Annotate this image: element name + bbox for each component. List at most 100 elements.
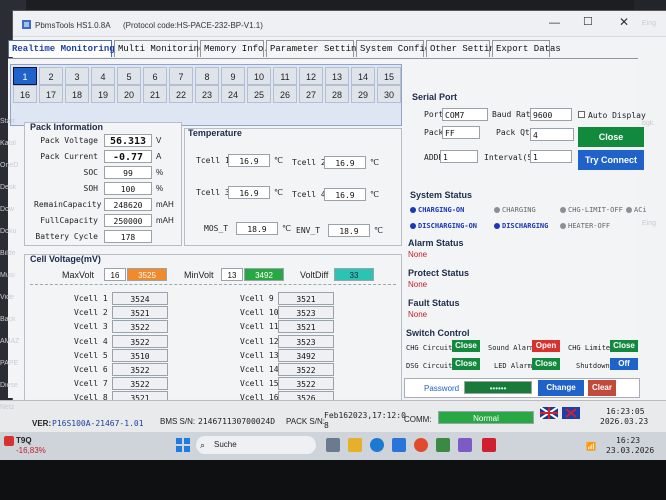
desktop-item[interactable]: Desk [0, 184, 26, 191]
pack-number-button[interactable]: 16 [13, 85, 37, 103]
pack-number-button[interactable]: 22 [169, 85, 193, 103]
fault-status-title: Fault Status [408, 298, 460, 308]
tab-memory-info[interactable]: Memory Info. [200, 40, 269, 57]
desktop-item[interactable]: OneD [0, 162, 26, 169]
language-flag-icon[interactable] [562, 407, 580, 419]
pack-number-button[interactable]: 8 [195, 67, 219, 85]
desktop-item[interactable]: Start [0, 118, 26, 125]
celsius-unit: ℃ [274, 188, 283, 197]
tab-realtime-monitoring[interactable]: Realtime Monitoring [8, 40, 115, 57]
stock-name: T9Q [16, 436, 32, 445]
pack-number-button[interactable]: 29 [351, 85, 375, 103]
tab-multi-monitoring[interactable]: Multi Monitoring [114, 40, 204, 57]
pack-number-button[interactable]: 18 [65, 85, 89, 103]
close-port-button[interactable]: Close [578, 127, 644, 147]
pack-number-button[interactable]: 21 [143, 85, 167, 103]
desktop-item[interactable]: Bilde [0, 250, 26, 257]
desktop-right-item[interactable]: Eing [642, 20, 656, 27]
maximize-icon[interactable]: ☐ [583, 15, 593, 28]
desktop-item[interactable]: Netz [0, 404, 26, 411]
desktop-item[interactable]: Doku [0, 228, 26, 235]
shutdown-button[interactable]: Off [610, 358, 638, 370]
search-icon: ⌕ [200, 440, 206, 450]
baud-select[interactable]: 9600 [530, 108, 572, 121]
windows-start-icon[interactable] [176, 438, 190, 452]
pack-number-button[interactable]: 10 [247, 67, 271, 85]
store-icon[interactable] [392, 438, 406, 452]
tab-system-config[interactable]: System Config. [356, 40, 436, 57]
desktop-right-item[interactable]: Eing [642, 220, 656, 227]
chrome-icon[interactable] [414, 438, 428, 452]
port-label: Port [424, 110, 444, 119]
pack-number-button[interactable]: 15 [377, 67, 401, 85]
pack-number-button[interactable]: 25 [247, 85, 271, 103]
desktop-item[interactable]: Back [0, 316, 26, 323]
sound-alarm-button[interactable]: Open [532, 340, 560, 352]
system-status-item: CHARGING-ON [410, 206, 464, 214]
desktop-item[interactable]: AMAZ [0, 338, 26, 345]
led-alarm-button[interactable]: Close [532, 358, 560, 370]
pack-number-button[interactable]: 11 [273, 67, 297, 85]
pack-number-button[interactable]: 27 [299, 85, 323, 103]
task-view-icon[interactable] [326, 438, 340, 452]
uk-flag-icon[interactable] [540, 407, 558, 419]
pack-number-button[interactable]: 13 [325, 67, 349, 85]
pack-number-button[interactable]: 19 [91, 85, 115, 103]
pack-number-button[interactable]: 9 [221, 67, 245, 85]
desktop-item[interactable]: Diese [0, 382, 26, 389]
minimize-icon[interactable]: — [549, 17, 560, 29]
pack-select[interactable]: FF [442, 126, 480, 139]
password-input[interactable]: •••••• [464, 381, 532, 394]
dsg-circuit-button[interactable]: Close [452, 358, 480, 370]
pack-number-button[interactable]: 2 [39, 67, 63, 85]
pack-number-button[interactable]: 12 [299, 67, 323, 85]
pack-number-button[interactable]: 14 [351, 67, 375, 85]
pack-number-button[interactable]: 3 [65, 67, 89, 85]
pack-number-button[interactable]: 1 [13, 67, 37, 85]
auto-display-checkbox[interactable] [578, 111, 585, 118]
pack-number-button[interactable]: 4 [91, 67, 115, 85]
addr-input[interactable]: 1 [440, 150, 478, 163]
pack-number-button[interactable]: 23 [195, 85, 219, 103]
desktop-item[interactable]: Musi [0, 272, 26, 279]
auto-display-label: Auto Display [588, 111, 646, 120]
clear-password-button[interactable]: Clear [588, 380, 616, 396]
chg-limiter-label: CHG Limiter [568, 344, 615, 352]
pack-qty-input[interactable]: 4 [530, 128, 574, 141]
status-indicator-icon [410, 223, 416, 229]
pack-number-button[interactable]: 24 [221, 85, 245, 103]
pack-number-button[interactable]: 28 [325, 85, 349, 103]
tab-parameter-setting[interactable]: Parameter Setting [266, 40, 362, 57]
pack-number-button[interactable]: 20 [117, 85, 141, 103]
app-icon-2[interactable] [458, 438, 472, 452]
close-window-icon[interactable]: ✕ [619, 15, 629, 29]
desktop-item[interactable]: Dow [0, 206, 26, 213]
min-volt-cell: 13 [221, 268, 243, 281]
tab-other-setting[interactable]: Other Setting [426, 40, 500, 57]
desktop-item[interactable]: Vide [0, 294, 26, 301]
pack-number-button[interactable]: 6 [143, 67, 167, 85]
pack-number-button[interactable]: 30 [377, 85, 401, 103]
chg-circuit-button[interactable]: Close [452, 340, 480, 352]
desktop-item[interactable]: Katal [0, 140, 26, 147]
chg-limiter-button[interactable]: Close [610, 340, 638, 352]
system-status-item: DISCHARGING [494, 222, 548, 230]
file-explorer-icon[interactable] [348, 438, 362, 452]
pack-number-button[interactable]: 17 [39, 85, 63, 103]
change-password-button[interactable]: Change [538, 380, 584, 396]
pack-number-button[interactable]: 26 [273, 85, 297, 103]
pbms-taskbar-icon[interactable] [482, 438, 496, 452]
try-connect-button[interactable]: Try Connect [578, 150, 644, 170]
pack-number-button[interactable]: 5 [117, 67, 141, 85]
desktop-item[interactable]: PAPE [0, 360, 26, 367]
pack-number-button[interactable]: 7 [169, 67, 193, 85]
desktop-right-item[interactable]: bgk. [642, 120, 655, 127]
edge-icon[interactable] [370, 438, 384, 452]
tab-export-datas[interactable]: Export Datas [492, 40, 561, 57]
taskbar: T9Q -16,83% ⌕ Suche 📶 16:23 23.03.2026 [0, 432, 666, 460]
pack-info-label: Pack Voltage [40, 136, 98, 145]
interval-select[interactable]: 1 [530, 150, 572, 163]
app-icon-1[interactable] [436, 438, 450, 452]
volt-diff-label: VoltDiff [300, 270, 329, 280]
port-select[interactable]: COM7 [442, 108, 488, 121]
